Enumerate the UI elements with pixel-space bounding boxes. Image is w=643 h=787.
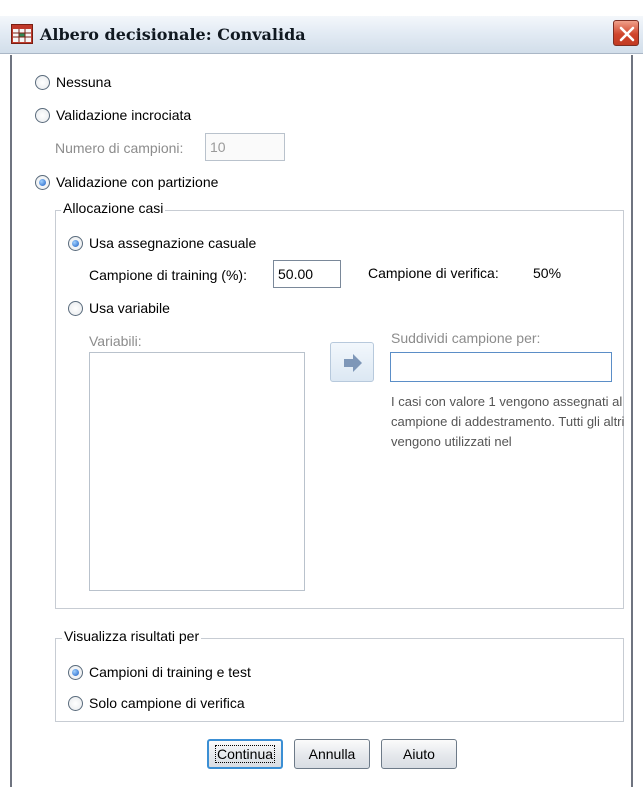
variables-listbox[interactable] [89,352,305,591]
radio-none-indicator[interactable] [35,74,50,90]
samples-input[interactable] [205,133,285,161]
cancel-button-label: Annulla [308,746,356,762]
window-frame-left [10,55,12,787]
radio-random-assignment-label: Usa assegnazione casuale [89,235,257,251]
continue-button-label: Continua [214,745,276,763]
display-group-legend: Visualizza risultati per [62,628,202,644]
radio-partition-validation[interactable]: Validazione con partizione [35,174,218,190]
tree-grid-icon [11,24,33,44]
radio-partition-validation-indicator[interactable] [35,174,50,190]
radio-random-assignment-indicator[interactable] [68,235,83,251]
samples-label: Numero di campioni: [55,140,184,156]
dialog-window: Albero decisionale: Convalida Nessuna Va… [0,0,643,787]
split-info-text: I casi con valore 1 vengono assegnati al… [391,394,625,449]
variables-label: Variabili: [89,333,142,349]
verify-sample-label: Campione di verifica: [368,265,499,281]
radio-test-only-label: Solo campione di verifica [89,695,245,711]
split-sample-field[interactable] [390,352,612,382]
radio-training-and-test-label: Campioni di training e test [89,664,251,680]
training-sample-input[interactable] [273,260,341,288]
continue-button[interactable]: Continua [207,739,283,769]
arrow-right-icon [344,354,362,372]
radio-cross-validation[interactable]: Validazione incrociata [35,107,191,123]
allocation-group-legend: Allocazione casi [61,200,166,216]
training-sample-label: Campione di training (%): [89,267,247,283]
title-bar[interactable]: Albero decisionale: Convalida [0,16,643,54]
help-button-label: Aiuto [403,746,435,762]
radio-test-only[interactable]: Solo campione di verifica [68,695,245,711]
radio-none[interactable]: Nessuna [35,74,111,90]
cancel-button[interactable]: Annulla [294,739,370,769]
radio-partition-validation-label: Validazione con partizione [56,174,219,190]
radio-training-and-test[interactable]: Campioni di training e test [68,664,251,680]
radio-random-assignment[interactable]: Usa assegnazione casuale [68,235,256,251]
verify-sample-value: 50% [533,265,562,281]
close-icon [619,26,635,42]
radio-test-only-indicator[interactable] [68,695,83,711]
help-button[interactable]: Aiuto [381,739,457,769]
radio-use-variable-indicator[interactable] [68,300,83,316]
window-title: Albero decisionale: Convalida [40,25,306,44]
move-variable-button[interactable] [330,342,374,382]
radio-cross-validation-label: Validazione incrociata [56,107,192,123]
radio-training-and-test-indicator[interactable] [68,664,83,680]
close-button[interactable] [613,20,639,46]
radio-cross-validation-indicator[interactable] [35,107,50,123]
window-frame-right [631,55,633,787]
radio-use-variable[interactable]: Usa variabile [68,300,170,316]
radio-none-label: Nessuna [56,74,112,90]
radio-use-variable-label: Usa variabile [89,300,170,316]
split-sample-label: Suddividi campione per: [391,330,541,346]
